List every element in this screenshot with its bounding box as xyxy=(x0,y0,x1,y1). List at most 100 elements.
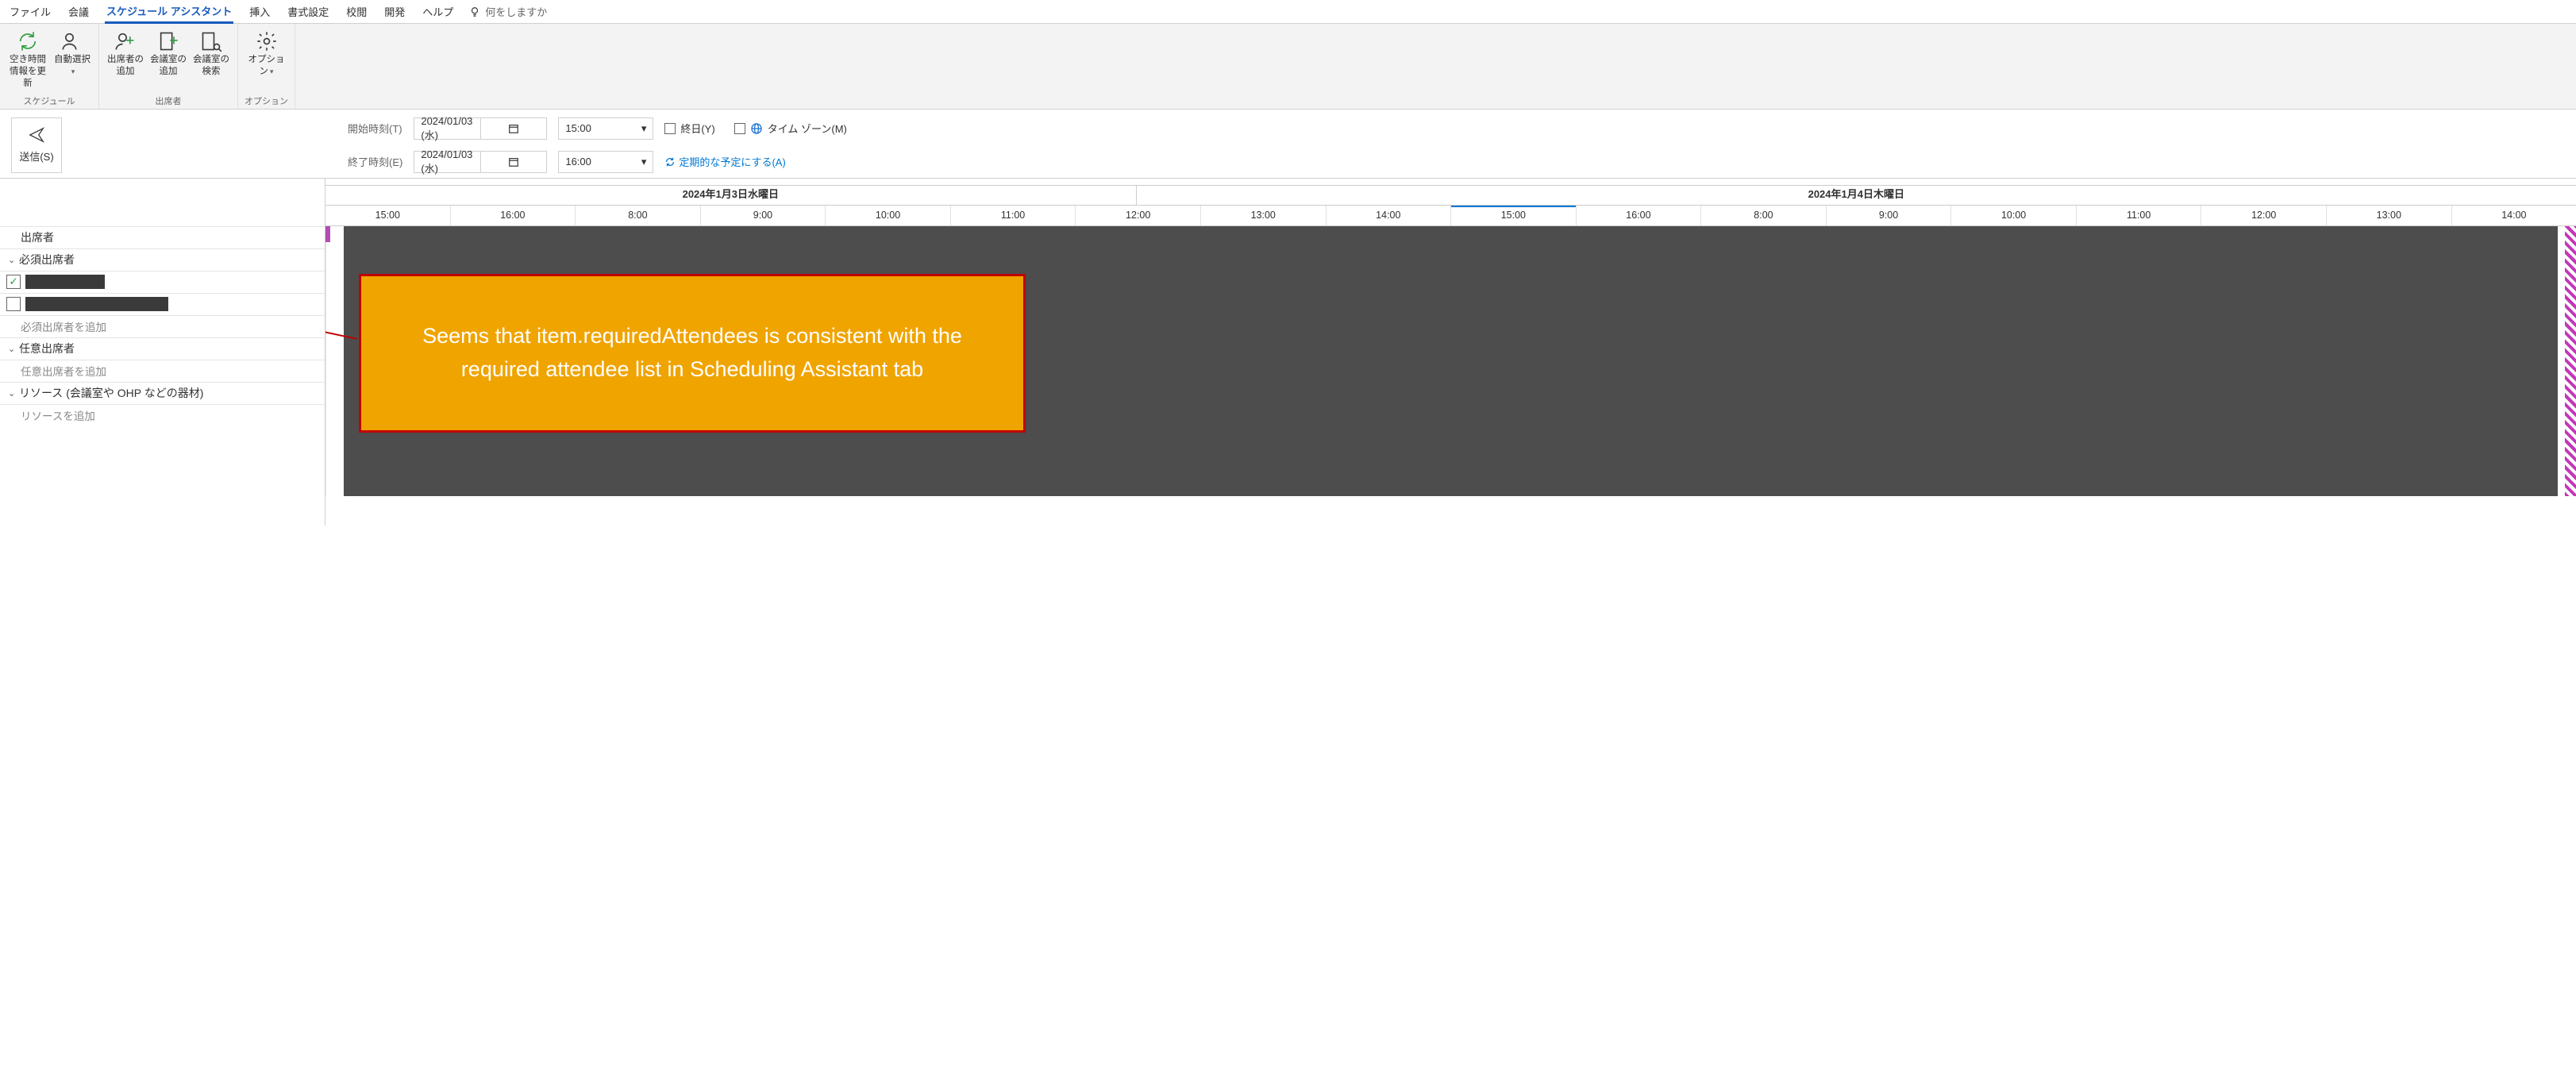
tab-scheduling-assistant[interactable]: スケジュール アシスタント xyxy=(105,0,233,24)
checkbox-checked-icon[interactable]: ✓ xyxy=(6,275,21,289)
annotation-callout: Seems that item.requiredAttendees is con… xyxy=(359,274,1026,433)
options-button[interactable]: オプション xyxy=(247,27,287,81)
time-controls: 開始時刻(T) 2024/01/03 (水) 15:00 ▾ 終日(Y) タイム… xyxy=(348,117,847,173)
hour-cell: 8:00 xyxy=(1700,206,1826,225)
scheduler-body[interactable]: Seems that item.requiredAttendees is con… xyxy=(325,226,2576,496)
hour-cell: 13:00 xyxy=(1200,206,1326,225)
ribbon-group-options: オプション オプション xyxy=(238,24,295,109)
recurrence-icon xyxy=(664,156,676,167)
allday-checkbox[interactable]: 終日(Y) xyxy=(664,121,714,136)
hour-cell: 13:00 xyxy=(2326,206,2451,225)
hour-cell: 14:00 xyxy=(1326,206,1451,225)
tab-review[interactable]: 校閲 xyxy=(345,1,368,22)
required-attendees-section[interactable]: ⌄ 必須出席者 xyxy=(0,248,325,271)
hour-cell: 14:00 xyxy=(2451,206,2576,225)
checkbox-icon xyxy=(734,123,745,134)
globe-icon xyxy=(750,122,763,135)
checkbox-icon[interactable] xyxy=(6,297,21,311)
attendee-name-redacted xyxy=(25,275,105,289)
tab-insert[interactable]: 挿入 xyxy=(248,1,271,22)
calendar-icon[interactable] xyxy=(480,152,547,172)
send-icon xyxy=(28,126,45,144)
add-attendee-button[interactable]: 出席者の追加 xyxy=(106,27,145,81)
add-required-attendee[interactable]: 必須出席者を追加 xyxy=(0,315,325,337)
date-header-day1: 2024年1月3日水曜日 xyxy=(325,186,1136,205)
dropdown-caret-icon: ▾ xyxy=(641,156,647,168)
timezones-checkbox[interactable]: タイム ゾーン(M) xyxy=(734,121,847,136)
hours-row: 15:0016:008:009:0010:0011:0012:0013:0014… xyxy=(325,206,2576,226)
send-button[interactable]: 送信(S) xyxy=(11,117,62,173)
calendar-icon[interactable] xyxy=(480,118,547,139)
tab-developer[interactable]: 開発 xyxy=(383,1,406,22)
dropdown-caret-icon: ▾ xyxy=(641,122,647,135)
gear-icon xyxy=(256,30,278,52)
end-date-input[interactable]: 2024/01/03 (水) xyxy=(414,151,547,173)
refresh-freebusy-button[interactable]: 空き時間情報を更新 xyxy=(6,27,49,93)
ribbon: 空き時間情報を更新 自動選択 スケジュール 出席者の追加 会議室の追加 会議室の… xyxy=(0,24,2576,110)
dropdown-caret-icon xyxy=(268,67,274,76)
hour-cell: 11:00 xyxy=(2076,206,2201,225)
refresh-icon xyxy=(17,30,39,52)
optional-attendees-section[interactable]: ⌄ 任意出席者 xyxy=(0,337,325,360)
annotation-text: Seems that item.requiredAttendees is con… xyxy=(393,320,992,387)
date-header-day2: 2024年1月4日木曜日 xyxy=(1136,186,2576,205)
required-attendee-row[interactable]: ✓ xyxy=(0,271,325,293)
ribbon-group-schedule: 空き時間情報を更新 自動選択 スケジュール xyxy=(0,24,99,109)
hour-cell: 8:00 xyxy=(575,206,700,225)
tab-file[interactable]: ファイル xyxy=(8,1,52,22)
end-time-label: 終了時刻(E) xyxy=(348,154,402,169)
hour-cell: 10:00 xyxy=(1950,206,2076,225)
start-time-label: 開始時刻(T) xyxy=(348,121,402,136)
hour-cell: 10:00 xyxy=(825,206,950,225)
scheduler-main: 出席者 ⌄ 必須出席者 ✓ 必須出席者を追加 ⌄ 任意出席者 任意出席者を追加 … xyxy=(0,179,2576,526)
hour-cell: 16:00 xyxy=(450,206,576,225)
tab-help[interactable]: ヘルプ xyxy=(421,1,455,22)
selected-slot-marker xyxy=(1451,206,1576,207)
hour-cell: 9:00 xyxy=(700,206,826,225)
resources-section[interactable]: ⌄ リソース (会議室や OHP などの器材) xyxy=(0,382,325,404)
tell-me-placeholder: 何をしますか xyxy=(485,4,547,19)
autopick-icon xyxy=(61,30,83,52)
end-time-input[interactable]: 16:00 ▾ xyxy=(558,151,653,173)
start-date-input[interactable]: 2024/01/03 (水) xyxy=(414,117,547,140)
add-optional-attendee[interactable]: 任意出席者を追加 xyxy=(0,360,325,382)
autopick-button[interactable]: 自動選択 xyxy=(52,27,92,81)
attendee-header: 出席者 xyxy=(0,226,325,248)
attendee-panel: 出席者 ⌄ 必須出席者 ✓ 必須出席者を追加 ⌄ 任意出席者 任意出席者を追加 … xyxy=(0,179,325,526)
hour-cell: 16:00 xyxy=(1576,206,1701,225)
tab-meeting[interactable]: 会議 xyxy=(67,1,90,22)
scheduler-grid[interactable]: 2024年1月3日水曜日 2024年1月4日木曜日 15:0016:008:00… xyxy=(325,179,2576,526)
search-room-icon xyxy=(200,30,222,52)
ribbon-group-label: スケジュール xyxy=(23,94,75,107)
busy-block xyxy=(325,226,330,242)
lightbulb-icon xyxy=(469,6,480,17)
dropdown-caret-icon xyxy=(70,67,75,76)
checkbox-icon xyxy=(664,123,676,134)
tell-me-search[interactable]: 何をしますか xyxy=(469,4,547,19)
add-room-icon xyxy=(157,30,179,52)
ribbon-group-label: 出席者 xyxy=(156,94,182,107)
attendee-name-redacted xyxy=(25,297,168,311)
chevron-down-icon[interactable]: ⌄ xyxy=(8,255,19,265)
ribbon-tabs: ファイル 会議 スケジュール アシスタント 挿入 書式設定 校閲 開発 ヘルプ … xyxy=(0,0,2576,24)
meeting-controls: 送信(S) 開始時刻(T) 2024/01/03 (水) 15:00 ▾ 終日(… xyxy=(0,110,2576,179)
date-header: 2024年1月3日水曜日 2024年1月4日木曜日 xyxy=(325,185,2576,206)
add-person-icon xyxy=(114,30,137,52)
recurrence-link[interactable]: 定期的な予定にする(A) xyxy=(664,154,785,169)
ribbon-group-attendees: 出席者の追加 会議室の追加 会議室の検索 出席者 xyxy=(99,24,238,109)
hour-cell: 9:00 xyxy=(1826,206,1951,225)
out-of-range-block xyxy=(2565,226,2576,496)
hour-cell: 12:00 xyxy=(1075,206,1200,225)
hour-cell: 15:00 xyxy=(325,206,450,225)
hour-cell: 15:00 xyxy=(1450,206,1576,225)
add-resource[interactable]: リソースを追加 xyxy=(0,404,325,426)
tab-format[interactable]: 書式設定 xyxy=(286,1,330,22)
add-room-button[interactable]: 会議室の追加 xyxy=(148,27,188,81)
hour-cell: 11:00 xyxy=(950,206,1076,225)
chevron-down-icon[interactable]: ⌄ xyxy=(8,388,19,398)
chevron-down-icon[interactable]: ⌄ xyxy=(8,344,19,354)
required-attendee-row[interactable] xyxy=(0,293,325,315)
start-time-input[interactable]: 15:00 ▾ xyxy=(558,117,653,140)
find-room-button[interactable]: 会議室の検索 xyxy=(191,27,231,81)
ribbon-group-label: オプション xyxy=(245,94,288,107)
